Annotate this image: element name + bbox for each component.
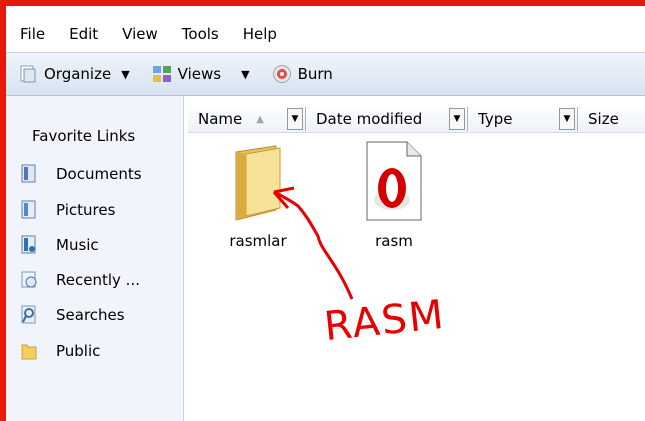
explorer-window: File Edit View Tools Help Organize ▼ Vie… — [6, 6, 645, 421]
annotation-arrow — [272, 186, 354, 300]
